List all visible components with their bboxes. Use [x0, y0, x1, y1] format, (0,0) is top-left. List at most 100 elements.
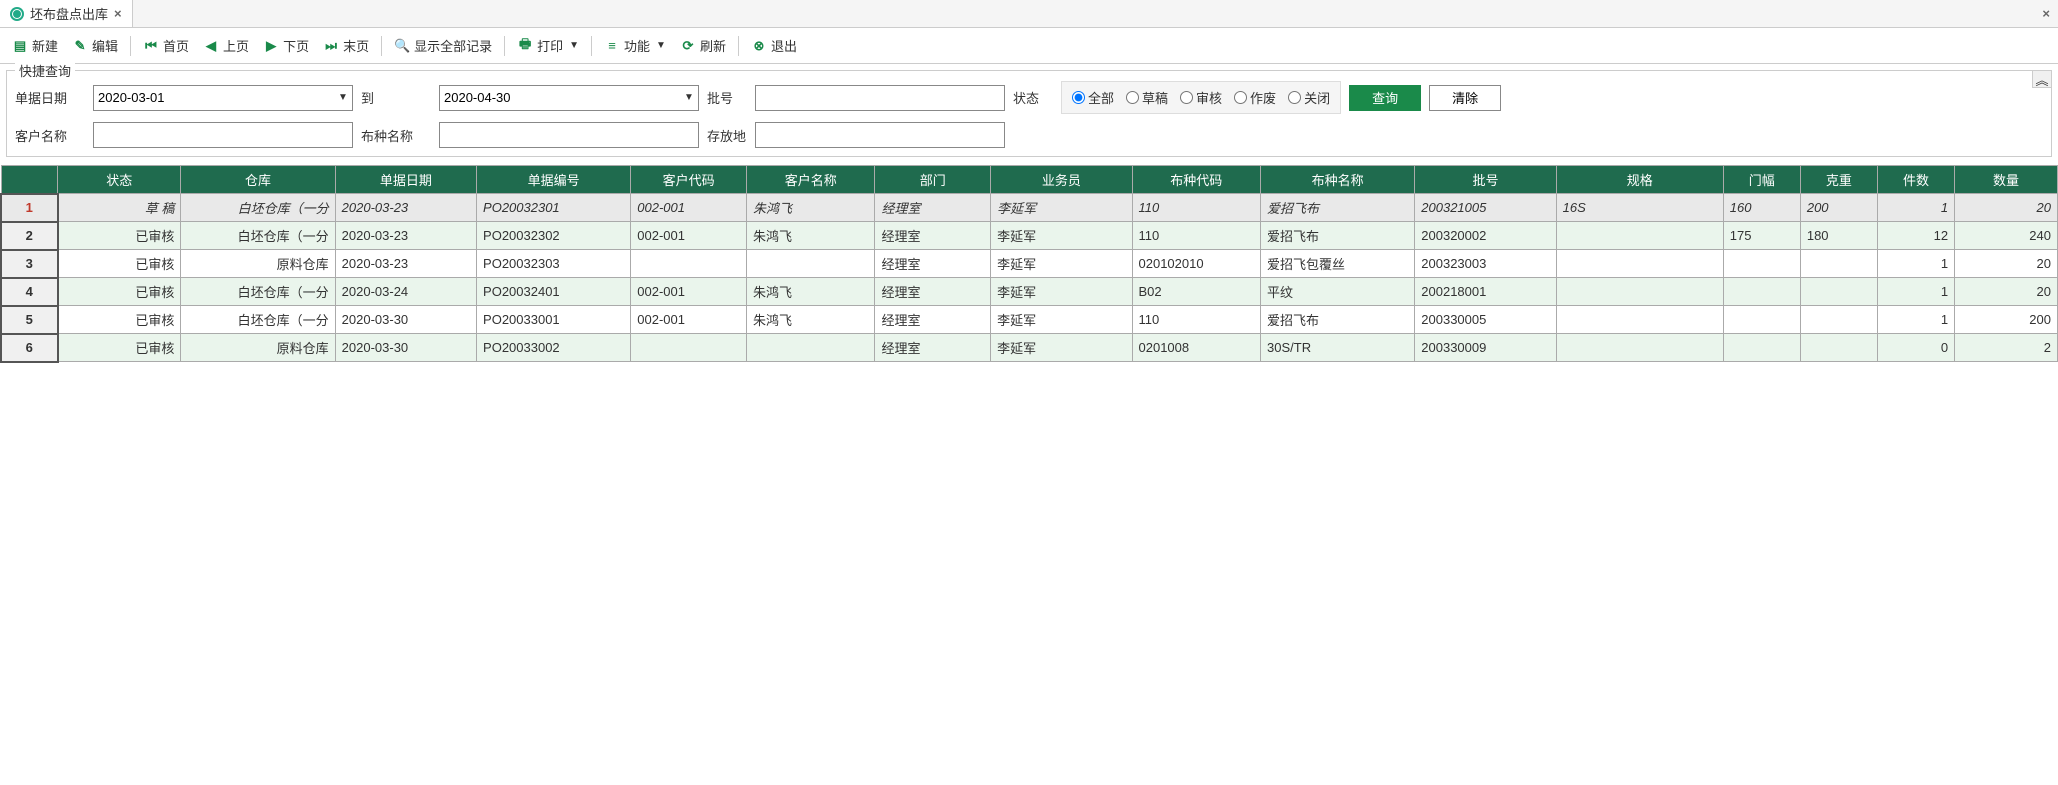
cell-billdate[interactable]: 2020-03-23 — [335, 250, 476, 278]
cell-status[interactable]: 已审核 — [58, 250, 181, 278]
table-row[interactable]: 3已审核原料仓库2020-03-23PO20032303经理室李延军020102… — [1, 250, 2058, 278]
cell-pieces[interactable]: 1 — [1877, 278, 1954, 306]
cell-spec[interactable] — [1556, 278, 1723, 306]
cell-gramweight[interactable] — [1800, 306, 1877, 334]
cell-billdate[interactable]: 2020-03-23 — [335, 222, 476, 250]
cell-fabriccode[interactable]: B02 — [1132, 278, 1261, 306]
clear-button[interactable]: 清除 — [1429, 85, 1501, 111]
caret-down-icon[interactable]: ▼ — [334, 92, 352, 103]
radio-all[interactable]: 全部 — [1072, 88, 1114, 107]
cell-status[interactable]: 已审核 — [58, 334, 181, 362]
cell-rownum[interactable]: 2 — [1, 222, 58, 250]
col-dept[interactable]: 部门 — [875, 166, 991, 194]
col-fabriccode[interactable]: 布种代码 — [1132, 166, 1261, 194]
cell-custname[interactable]: 朱鸿飞 — [746, 222, 875, 250]
cell-billdate[interactable]: 2020-03-30 — [335, 306, 476, 334]
cell-lot[interactable]: 200330005 — [1415, 306, 1556, 334]
cell-warehouse[interactable]: 原料仓库 — [181, 334, 335, 362]
cell-gramweight[interactable] — [1800, 334, 1877, 362]
cell-width[interactable] — [1723, 306, 1800, 334]
cell-custcode[interactable] — [631, 250, 747, 278]
location-input[interactable] — [755, 122, 1005, 148]
cell-dept[interactable]: 经理室 — [875, 334, 991, 362]
new-button[interactable]: ▤新建 — [6, 33, 64, 58]
panel-close-icon[interactable]: × — [2042, 6, 2050, 21]
cell-warehouse[interactable]: 白坯仓库（一分 — [181, 222, 335, 250]
close-icon[interactable]: × — [114, 6, 122, 21]
cell-custcode[interactable]: 002-001 — [631, 278, 747, 306]
cell-dept[interactable]: 经理室 — [875, 306, 991, 334]
cell-fabriccode[interactable]: 110 — [1132, 222, 1261, 250]
cell-custcode[interactable]: 002-001 — [631, 222, 747, 250]
cell-custcode[interactable]: 002-001 — [631, 194, 747, 222]
col-spec[interactable]: 规格 — [1556, 166, 1723, 194]
cell-status[interactable]: 草 稿 — [58, 194, 181, 222]
first-page-button[interactable]: ⏮首页 — [137, 33, 195, 58]
cell-spec[interactable] — [1556, 250, 1723, 278]
radio-draft[interactable]: 草稿 — [1126, 88, 1168, 107]
cell-warehouse[interactable]: 白坯仓库（一分 — [181, 194, 335, 222]
cell-billdate[interactable]: 2020-03-23 — [335, 194, 476, 222]
exit-button[interactable]: ⊗退出 — [745, 33, 803, 58]
radio-audit[interactable]: 审核 — [1180, 88, 1222, 107]
cell-qty[interactable]: 20 — [1955, 194, 2058, 222]
cell-lot[interactable]: 200323003 — [1415, 250, 1556, 278]
date-to-field[interactable] — [440, 90, 680, 105]
last-page-button[interactable]: ⏭末页 — [317, 33, 375, 58]
col-pieces[interactable]: 件数 — [1877, 166, 1954, 194]
cell-custname[interactable]: 朱鸿飞 — [746, 194, 875, 222]
radio-close[interactable]: 关闭 — [1288, 88, 1330, 107]
cell-qty[interactable]: 2 — [1955, 334, 2058, 362]
col-lot[interactable]: 批号 — [1415, 166, 1556, 194]
cell-qty[interactable]: 200 — [1955, 306, 2058, 334]
cell-custname[interactable] — [746, 250, 875, 278]
cell-salesman[interactable]: 李延军 — [991, 306, 1132, 334]
tab-active[interactable]: 坯布盘点出库 × — [0, 0, 133, 27]
col-gramweight[interactable]: 克重 — [1800, 166, 1877, 194]
cell-lot[interactable]: 200218001 — [1415, 278, 1556, 306]
cell-billdate[interactable]: 2020-03-24 — [335, 278, 476, 306]
cell-warehouse[interactable]: 原料仓库 — [181, 250, 335, 278]
cell-pieces[interactable]: 1 — [1877, 250, 1954, 278]
cell-width[interactable]: 160 — [1723, 194, 1800, 222]
table-row[interactable]: 4已审核白坯仓库（一分2020-03-24PO20032401002-001朱鸿… — [1, 278, 2058, 306]
cell-fabricname[interactable]: 30S/TR — [1261, 334, 1415, 362]
cell-billdate[interactable]: 2020-03-30 — [335, 334, 476, 362]
cell-warehouse[interactable]: 白坯仓库（一分 — [181, 306, 335, 334]
cell-status[interactable]: 已审核 — [58, 222, 181, 250]
function-button[interactable]: ≡功能▼ — [598, 33, 672, 58]
cell-billno[interactable]: PO20033001 — [477, 306, 631, 334]
show-all-button[interactable]: 🔍显示全部记录 — [388, 33, 498, 58]
cell-fabriccode[interactable]: 020102010 — [1132, 250, 1261, 278]
table-row[interactable]: 5已审核白坯仓库（一分2020-03-30PO20033001002-001朱鸿… — [1, 306, 2058, 334]
caret-down-icon[interactable]: ▼ — [680, 92, 698, 103]
cell-width[interactable] — [1723, 278, 1800, 306]
cell-fabricname[interactable]: 爱招飞布 — [1261, 306, 1415, 334]
cell-spec[interactable]: 16S — [1556, 194, 1723, 222]
cell-salesman[interactable]: 李延军 — [991, 222, 1132, 250]
col-warehouse[interactable]: 仓库 — [181, 166, 335, 194]
cell-pieces[interactable]: 1 — [1877, 306, 1954, 334]
cell-gramweight[interactable] — [1800, 278, 1877, 306]
date-from-field[interactable] — [94, 90, 334, 105]
cell-rownum[interactable]: 6 — [1, 334, 58, 362]
cell-salesman[interactable]: 李延军 — [991, 334, 1132, 362]
col-rownum[interactable] — [1, 166, 58, 194]
cell-salesman[interactable]: 李延军 — [991, 250, 1132, 278]
date-to-input[interactable]: ▼ — [439, 85, 699, 111]
cell-custname[interactable]: 朱鸿飞 — [746, 306, 875, 334]
cell-warehouse[interactable]: 白坯仓库（一分 — [181, 278, 335, 306]
col-custcode[interactable]: 客户代码 — [631, 166, 747, 194]
table-row[interactable]: 6已审核原料仓库2020-03-30PO20033002经理室李延军020100… — [1, 334, 2058, 362]
cell-dept[interactable]: 经理室 — [875, 250, 991, 278]
cell-billno[interactable]: PO20032301 — [477, 194, 631, 222]
cell-custname[interactable] — [746, 334, 875, 362]
cell-rownum[interactable]: 5 — [1, 306, 58, 334]
cell-fabriccode[interactable]: 110 — [1132, 306, 1261, 334]
cell-qty[interactable]: 20 — [1955, 278, 2058, 306]
col-fabricname[interactable]: 布种名称 — [1261, 166, 1415, 194]
query-button[interactable]: 查询 — [1349, 85, 1421, 111]
cell-spec[interactable] — [1556, 306, 1723, 334]
collapse-button[interactable]: ︽ — [2032, 70, 2052, 88]
cell-fabricname[interactable]: 爱招飞布 — [1261, 222, 1415, 250]
